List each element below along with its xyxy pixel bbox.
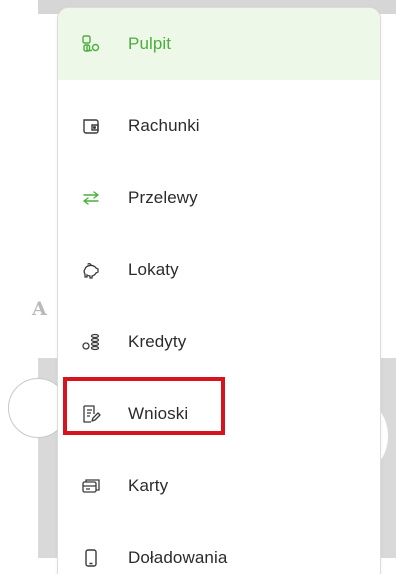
wallet-icon [80,115,102,137]
menu-item-lokaty[interactable]: Lokaty [58,234,380,306]
menu-item-label: Doładowania [128,548,228,567]
menu-item-label: Kredyty [128,332,187,351]
menu-item-przelewy[interactable]: Przelewy [58,162,380,234]
menu-item-label: Przelewy [128,188,198,207]
phone-icon [80,547,102,569]
piggy-bank-icon [80,259,102,281]
menu-item-rachunki[interactable]: Rachunki [58,90,380,162]
menu-item-label: Pulpit [128,34,172,53]
menu-item-karty[interactable]: Karty [58,450,380,522]
menu-item-label: Rachunki [128,116,200,135]
background-letter: A [32,298,47,320]
menu-item-kredyty[interactable]: Kredyty [58,306,380,378]
transfer-arrows-icon [80,187,102,209]
cards-icon [80,475,102,497]
menu-item-label: Lokaty [128,260,179,279]
menu-item-label: Karty [128,476,169,495]
menu-item-pulpit[interactable]: Pulpit [58,8,380,80]
coins-icon [80,331,102,353]
menu-item-doladowania[interactable]: Doładowania [58,522,380,574]
side-menu: Pulpit Rachunki Przelewy Lokaty Kredyty … [57,7,381,574]
highlight-frame [63,377,225,435]
dashboard-icon [80,33,102,55]
